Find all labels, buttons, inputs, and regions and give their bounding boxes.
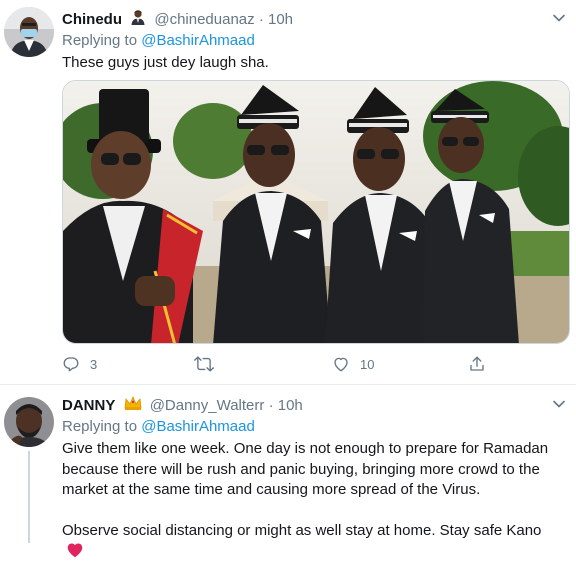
tweet-text: These guys just dey laugh sha. — [62, 54, 269, 71]
tweet-chinedu[interactable]: Chinedu @chineduanaz · 10h Replying to @… — [0, 0, 576, 384]
reply-button[interactable]: 3 — [62, 355, 97, 373]
reply-count: 3 — [90, 356, 98, 372]
avatar-chinedu[interactable] — [4, 7, 54, 57]
separator-dot: · — [268, 397, 274, 414]
replying-to-line: Replying to @BashirAhmaad — [62, 417, 255, 437]
like-count: 10 — [360, 356, 375, 372]
replying-to-label: Replying to — [62, 32, 138, 49]
share-icon — [470, 356, 484, 371]
red-heart-emoji-icon — [67, 543, 83, 558]
tweet-paragraph-2-text: Observe social distancing or might as we… — [62, 521, 542, 539]
tweet-timestamp[interactable]: 10h — [268, 11, 293, 28]
chevron-down-icon[interactable] — [552, 11, 566, 25]
businessman-emoji-icon — [130, 9, 146, 31]
retweet-icon — [194, 356, 214, 372]
reply-icon — [63, 357, 79, 372]
display-name[interactable]: DANNY — [62, 397, 115, 414]
tweet-timestamp[interactable]: 10h — [278, 397, 303, 414]
user-handle[interactable]: @chineduanaz — [154, 11, 254, 28]
retweet-button[interactable] — [194, 355, 224, 373]
mention-link[interactable]: @BashirAhmaad — [141, 418, 255, 435]
tweet-danny[interactable]: DANNY @Danny_Walterr · 10h Replying to @… — [0, 384, 576, 558]
tweet-media-image[interactable] — [62, 80, 570, 344]
separator-dot: · — [258, 10, 264, 28]
like-button[interactable]: 10 — [332, 355, 374, 373]
tweet-paragraph-1: Give them like one week. One day is not … — [62, 440, 549, 498]
replying-to-label: Replying to — [62, 418, 138, 435]
crown-emoji-icon — [124, 396, 142, 416]
tweet-header: DANNY @Danny_Walterr · 10h — [62, 396, 303, 416]
tweet-header: Chinedu @chineduanaz · 10h — [62, 9, 293, 31]
tweet-paragraph-2: Observe social distancing or might as we… — [62, 521, 562, 562]
replying-to-line: Replying to @BashirAhmaad — [62, 31, 255, 51]
thread-connector-line — [28, 451, 30, 543]
pallbearers-photo-icon — [63, 81, 569, 343]
avatar-danny[interactable] — [4, 397, 54, 447]
display-name[interactable]: Chinedu — [62, 11, 122, 28]
mention-link[interactable]: @BashirAhmaad — [141, 32, 255, 49]
share-button[interactable] — [468, 355, 486, 373]
heart-outline-icon — [334, 357, 348, 372]
tweet-actions: 3 10 — [62, 355, 542, 375]
tweet-text: Give them like one week. One day is not … — [62, 439, 562, 562]
user-handle[interactable]: @Danny_Walterr — [150, 397, 265, 414]
chevron-down-icon[interactable] — [552, 397, 566, 411]
